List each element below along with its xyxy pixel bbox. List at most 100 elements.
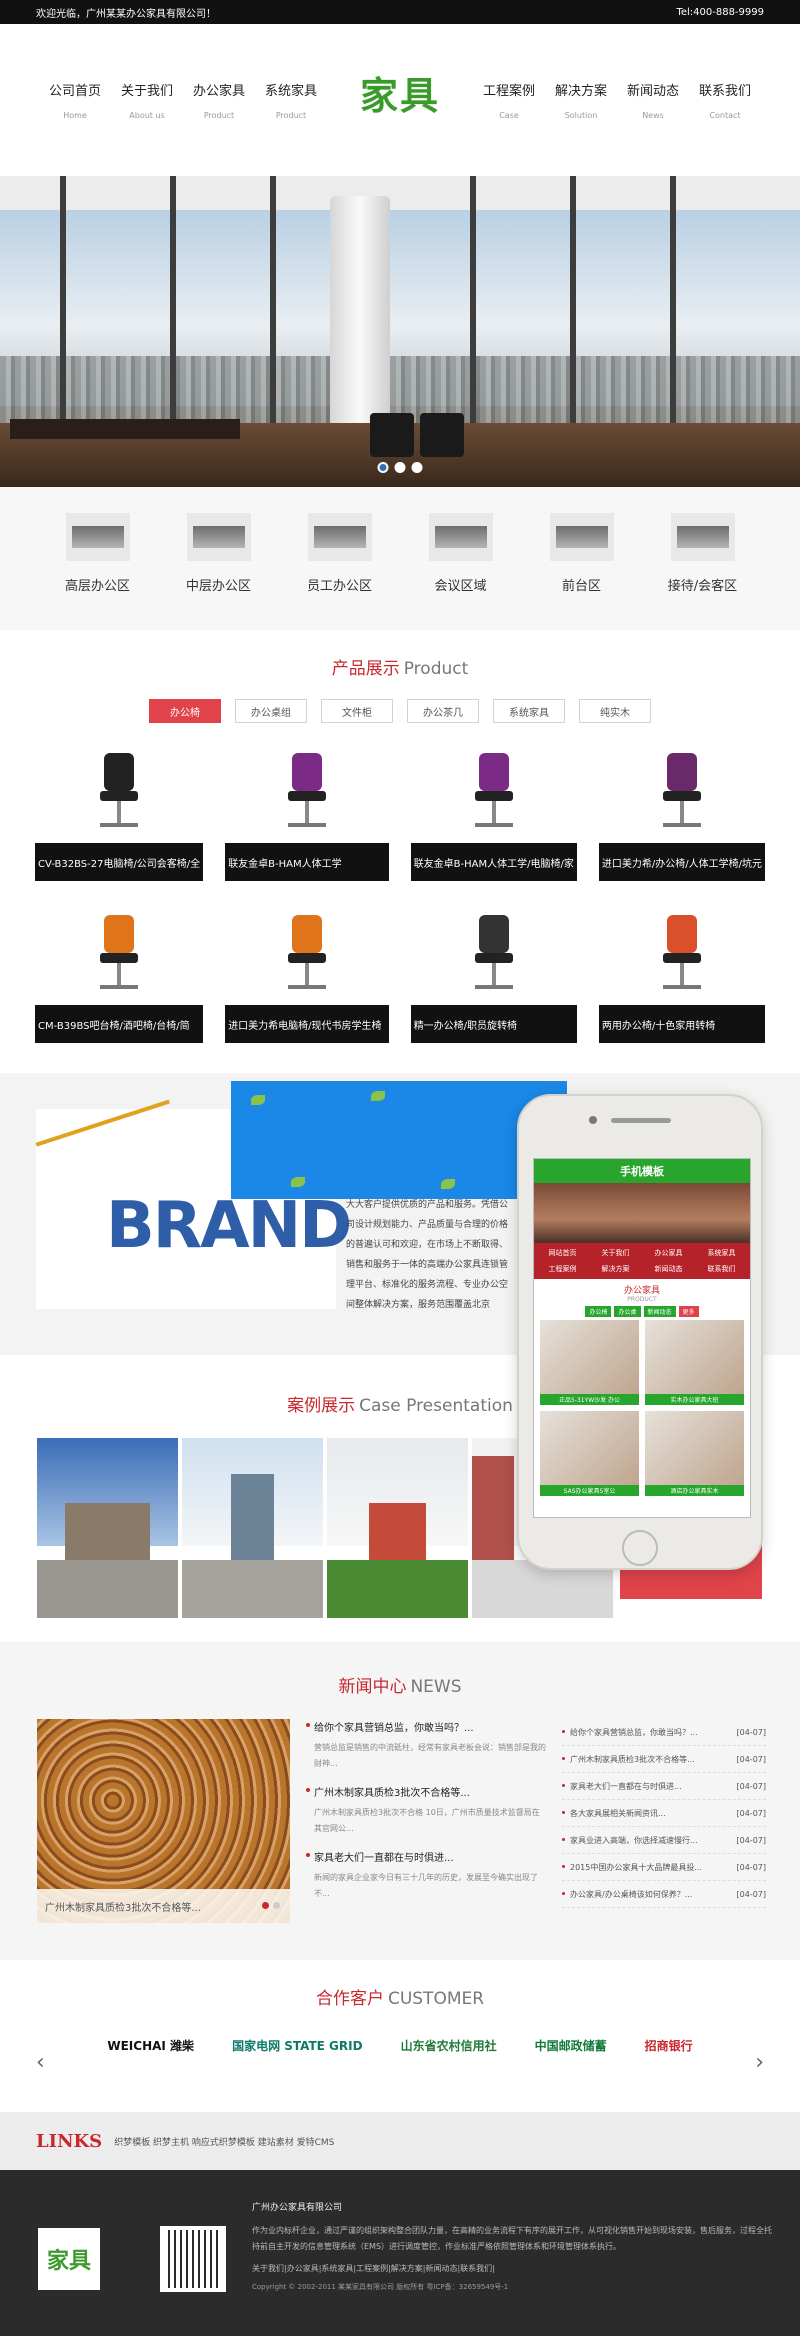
mobile-tab: 办公椅	[585, 1306, 612, 1317]
news-list-item[interactable]: 广州木制家具质检3批次不合格等... [04-07]	[562, 1746, 766, 1773]
mobile-header: 手机模板	[534, 1159, 750, 1183]
window-frame	[170, 176, 176, 427]
nav-item-home[interactable]: 公司首页 Home	[39, 80, 111, 120]
product-image	[35, 743, 204, 843]
mobile-product-image	[645, 1411, 744, 1485]
area-item[interactable]: 中层办公区	[176, 513, 262, 630]
news-list-title: 2015中国办公家具十大品牌最具投...	[562, 1862, 702, 1873]
nav-item-contact[interactable]: 联系我们 Contact	[689, 80, 761, 120]
area-item[interactable]: 接待/会客区	[660, 513, 746, 630]
links-list[interactable]: 织梦模板 织梦主机 响应式织梦模板 建站素材 爱特CMS	[114, 2135, 334, 2148]
product-card[interactable]: 两用办公椅/十色家用转椅	[598, 905, 765, 1043]
hero-banner[interactable]	[0, 176, 800, 487]
nav-item-solutions[interactable]: 解决方案 Solution	[545, 80, 617, 120]
slider-dot[interactable]	[411, 462, 423, 473]
welcome-text: 欢迎光临，广州某某办公家具有限公司！	[36, 8, 216, 20]
nav-label: 联系我们	[698, 84, 751, 99]
news-list-item[interactable]: 给你个家具营销总监，你敢当吗？... [04-07]	[562, 1719, 766, 1746]
area-label: 会议区域	[434, 579, 487, 594]
news-title: 家具老大们一直都在与时俱进...	[306, 1849, 546, 1864]
chair-icon	[659, 915, 705, 995]
section-title: 产品展示 Product	[0, 654, 800, 679]
news-featured-item[interactable]: 家具老大们一直都在与时俱进... 新闻的家具企业家今日有三十几年的历史，发展至今确…	[306, 1849, 546, 1902]
news-list-title: 各大家具展相关新闻资讯...	[562, 1808, 666, 1819]
chevron-right-icon[interactable]: ›	[755, 2050, 764, 2075]
nav-label: 新闻动态	[626, 84, 679, 99]
news-list-date: [04-07]	[736, 1862, 767, 1872]
news-list-date: [04-07]	[736, 1808, 767, 1818]
partner-logo[interactable]: 中国邮政储蓄	[535, 2037, 607, 2054]
tab-system-furniture[interactable]: 系统家具	[493, 699, 565, 723]
footer-links[interactable]: 关于我们|办公家具|系统家具|工程案例|解决方案|新闻动态|联系我们|	[252, 2263, 772, 2274]
area-item[interactable]: 高层办公区	[55, 513, 141, 630]
product-image	[225, 743, 389, 843]
slider-dot[interactable]	[394, 462, 406, 473]
news-featured-item[interactable]: 广州木制家具质检3批次不合格等... 广州木制家具质检3批次不合格 10日，广州市…	[306, 1784, 546, 1837]
partner-logo[interactable]: WEICHAI 潍柴	[107, 2037, 194, 2054]
area-item[interactable]: 会议区域	[418, 513, 504, 630]
product-name: 进口美力希电脑椅/现代书房学生椅	[225, 1005, 389, 1043]
nav-item-system-furniture[interactable]: 系统家具 Product	[255, 80, 327, 120]
partner-logo[interactable]: 国家电网 STATE GRID	[232, 2037, 363, 2054]
news-list-item[interactable]: 各大家具展相关新闻资讯... [04-07]	[562, 1800, 766, 1827]
news-list-item[interactable]: 家具老大们一直都在与时俱进... [04-07]	[562, 1773, 766, 1800]
mobile-product-grid: 正品5-31YW沙发 办公 实木办公家具大班 SAS办公家具5室公 酒店办公家具实木	[534, 1320, 750, 1496]
banner-desk	[10, 419, 240, 439]
area-label: 接待/会客区	[667, 579, 738, 594]
nav-item-office-furniture[interactable]: 办公家具 Product	[183, 80, 255, 120]
product-name: 联友金卓B-HAM人体工学/电脑椅/家	[410, 843, 577, 881]
product-card[interactable]: 精一办公椅/职员旋转椅	[410, 905, 577, 1043]
slider-dot[interactable]	[377, 462, 389, 473]
site-logo[interactable]: 家具	[335, 65, 465, 120]
product-card[interactable]: 联友金卓B-HAM人体工学/电脑椅/家	[410, 743, 577, 881]
nav-sublabel: Contact	[709, 111, 741, 120]
tab-file-cabinet[interactable]: 文件柜	[321, 699, 393, 723]
home-button-icon	[622, 1530, 658, 1566]
window-frame	[570, 176, 576, 427]
tab-office-chair[interactable]: 办公椅	[149, 699, 221, 723]
tab-tea-table[interactable]: 办公茶几	[407, 699, 479, 723]
product-name: 两用办公椅/十色家用转椅	[598, 1005, 765, 1043]
nav-item-news[interactable]: 新闻动态 News	[617, 80, 689, 120]
brand-word: BRAND	[106, 1189, 352, 1263]
camera-icon	[589, 1116, 597, 1124]
area-item[interactable]: 员工办公区	[297, 513, 383, 630]
nav-left: 公司首页 Home 关于我们 About us 办公家具 Product 系统家具 Pr…	[39, 80, 327, 120]
news-list-title: 广州木制家具质检3批次不合格等...	[562, 1754, 695, 1765]
header: 公司首页 Home 关于我们 About us 办公家具 Product 系统家具 Pr…	[0, 24, 800, 176]
nav-item-about[interactable]: 关于我们 About us	[111, 80, 183, 120]
mobile-product-card: SAS办公家具5室公	[540, 1411, 639, 1496]
chevron-left-icon[interactable]: ‹	[36, 2050, 45, 2075]
main-nav: 公司首页 Home 关于我们 About us 办公家具 Product 系统家具 Pr…	[39, 65, 761, 136]
news-desc: 新闻的家具企业家今日有三十几年的历史，发展至今确实出现了不...	[314, 1873, 538, 1898]
links-title: LINKS	[36, 2130, 103, 2152]
product-card[interactable]: CM-B39BS吧台椅/酒吧椅/台椅/简	[35, 905, 204, 1043]
area-item[interactable]: 前台区	[539, 513, 625, 630]
news-featured-image[interactable]: 广州木制家具质检3批次不合格等...	[37, 1719, 290, 1923]
case-item[interactable]	[327, 1438, 468, 1618]
news-featured-item[interactable]: 给你个家具营销总监，你敢当吗？... 营销总监是销售的中流砥柱，经常有家具老板会说…	[306, 1719, 546, 1772]
news-list-item[interactable]: 2015中国办公家具十大品牌最具投... [04-07]	[562, 1854, 766, 1881]
footer: 家具 广州办公家具有限公司 作为业内标杆企业，通过严谨的组织架构整合团队力量，在…	[0, 2170, 800, 2336]
product-card[interactable]: 进口美力希/办公椅/人体工学椅/坑元	[598, 743, 765, 881]
section-title-en: Product	[403, 659, 469, 679]
case-item[interactable]	[37, 1438, 178, 1618]
partner-logo[interactable]: 山东省农村信用社	[401, 2037, 497, 2054]
partner-logo[interactable]: 招商银行	[645, 2037, 693, 2054]
tab-office-desk[interactable]: 办公桌组	[235, 699, 307, 723]
partners-section: 合作客户 CUSTOMER ‹ WEICHAI 潍柴 国家电网 STATE GRID…	[0, 1960, 800, 2112]
mobile-screen: 手机模板 网站首页 关于我们 办公家具 系统家具 工程案例 解决方案 新闻动态 联系我们 办公…	[533, 1158, 751, 1518]
tab-solid-wood[interactable]: 纯实木	[579, 699, 651, 723]
banner-ceiling	[0, 176, 800, 210]
product-card[interactable]: 进口美力希电脑椅/现代书房学生椅	[225, 905, 389, 1043]
news-list-date: [04-07]	[736, 1781, 767, 1791]
mobile-nav-item: 解决方案	[590, 1262, 641, 1276]
nav-item-cases[interactable]: 工程案例 Case	[473, 80, 545, 120]
case-item[interactable]	[182, 1438, 323, 1618]
news-list-item[interactable]: 办公家具/办公桌椅该如何保养？... [04-07]	[562, 1881, 766, 1908]
product-card[interactable]: 联友金卓B-HAM人体工学	[225, 743, 389, 881]
product-card[interactable]: CV-B32BS-27电脑椅/公司会客椅/全	[35, 743, 204, 881]
news-list-item[interactable]: 家具业进入高端，你选择减速慢行... [04-07]	[562, 1827, 766, 1854]
area-label: 中层办公区	[185, 579, 251, 594]
news-list-date: [04-07]	[736, 1727, 767, 1737]
